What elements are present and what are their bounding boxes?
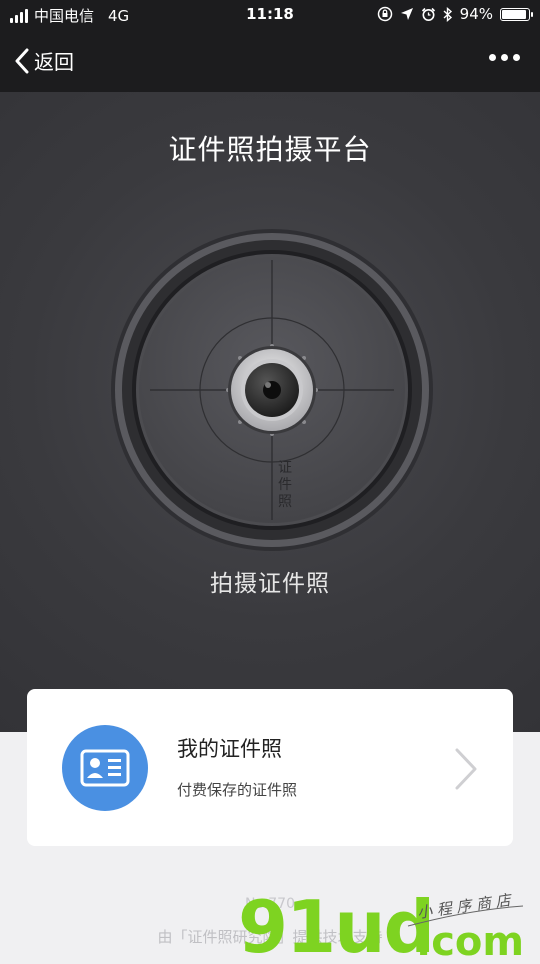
more-dot-icon — [501, 54, 508, 61]
battery-icon — [500, 7, 533, 21]
status-bar: 中国电信 4G 11:18 94% — [0, 0, 540, 30]
status-right: 94% — [377, 5, 533, 23]
back-label: 返回 — [34, 50, 74, 74]
svg-text:91ud: 91ud — [238, 885, 433, 960]
my-photos-card[interactable]: 我的证件照 付费保存的证件照 — [27, 689, 513, 846]
nav-bar: 返回 — [0, 30, 540, 92]
more-dot-icon — [489, 54, 496, 61]
id-card-icon — [62, 725, 148, 811]
svg-text:.com: .com — [416, 919, 524, 960]
orientation-lock-icon — [377, 6, 392, 22]
watermark-logo: 91ud .com 小 程 序 商 店 — [238, 880, 538, 964]
hero-section: 证件照拍摄平台 证件照 拍摄证件照 — [0, 92, 540, 732]
back-button[interactable]: 返回 — [14, 46, 74, 75]
shoot-label: 拍摄证件照 — [210, 571, 330, 597]
page-title: 证件照拍摄平台 — [168, 133, 372, 166]
camera-dial-button[interactable]: 证件照 — [110, 228, 434, 552]
card-title: 我的证件照 — [177, 737, 282, 761]
camera-dial-icon — [111, 229, 433, 551]
location-icon — [400, 8, 413, 20]
chevron-left-icon — [15, 48, 29, 73]
bluetooth-icon — [443, 6, 452, 22]
chevron-right-icon — [455, 748, 477, 790]
more-button[interactable] — [489, 54, 520, 61]
dial-label: 证件照 — [278, 460, 292, 510]
battery-percent: 94% — [459, 5, 493, 23]
card-subtitle: 付费保存的证件照 — [177, 781, 298, 799]
alarm-icon — [421, 7, 435, 21]
more-dot-icon — [513, 54, 520, 61]
